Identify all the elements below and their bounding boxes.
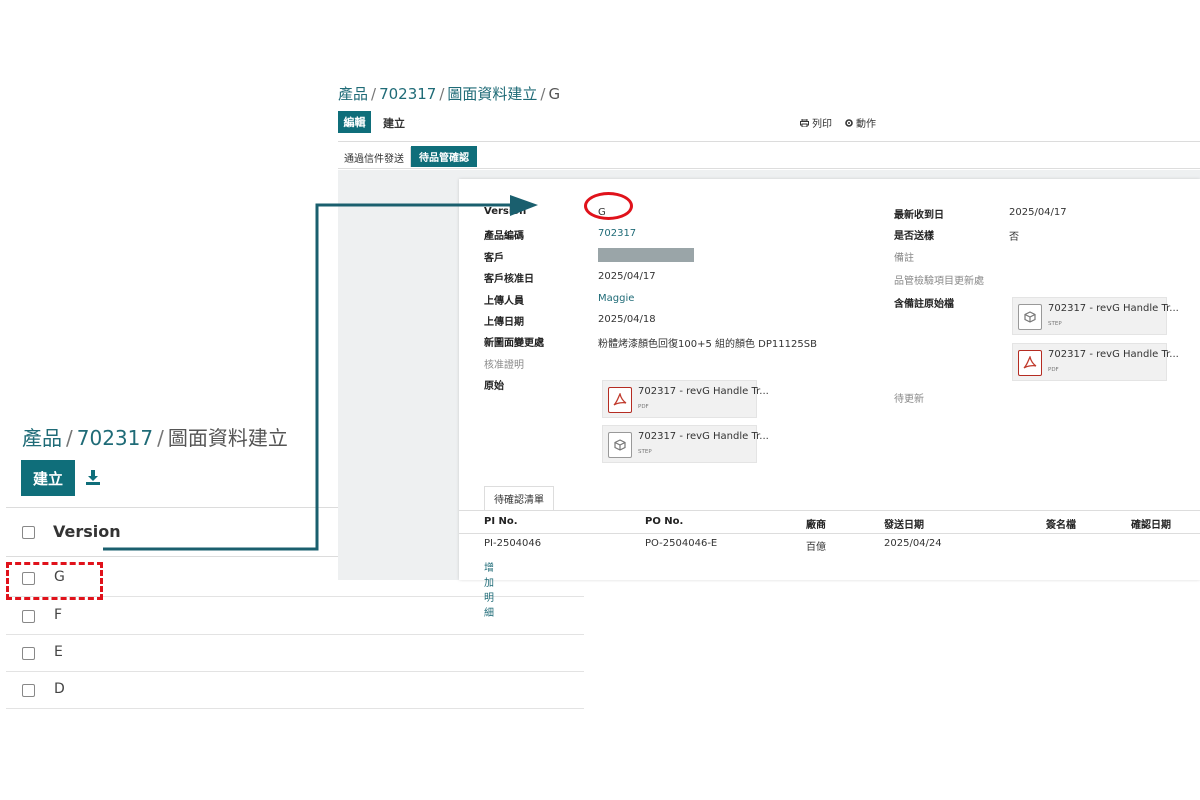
attachment-name: 702317 - revG Handle Tr... (638, 386, 769, 397)
highlight-dashed-box (6, 562, 103, 600)
cell-send-date[interactable]: 2025/04/24 (884, 538, 942, 549)
field-value-product-code[interactable]: 702317 (598, 228, 636, 239)
pdf-icon (1018, 350, 1042, 376)
attachment-name: 702317 - revG Handle Tr... (1048, 303, 1179, 314)
field-value-customer-approval-date: 2025/04/17 (598, 271, 656, 282)
create-button[interactable]: 建立 (383, 115, 405, 131)
field-label-remarks: 備註 (894, 253, 914, 264)
field-label-version: Version (484, 206, 527, 217)
field-value-sample-sent: 否 (1009, 232, 1019, 243)
row-checkbox[interactable] (22, 647, 35, 660)
breadcrumb-drawing-data[interactable]: 圖面資料建立 (447, 85, 537, 103)
version-column-header[interactable]: Version (53, 522, 121, 541)
field-label-customer-approval-date: 客戶核准日 (484, 274, 534, 285)
attachment-card[interactable]: 702317 - revG Handle Tr... STEP (1012, 297, 1179, 335)
attachment-type: STEP (638, 449, 652, 455)
print-icon (800, 118, 809, 127)
attachment-card[interactable]: 702317 - revG Handle Tr... PDF (1012, 343, 1179, 381)
breadcrumb-separator: / (371, 85, 377, 103)
select-all-checkbox[interactable] (22, 526, 35, 539)
breadcrumb: 產品/702317/圖面資料建立 / G (338, 83, 560, 104)
field-label-sample-sent: 是否送樣 (894, 231, 934, 242)
attachment-type: PDF (1048, 367, 1059, 373)
field-label-product-code: 產品編碼 (484, 231, 524, 242)
pdf-icon (608, 387, 632, 413)
field-label-customer: 客戶 (484, 253, 504, 264)
gear-icon (845, 118, 853, 127)
row-checkbox[interactable] (22, 684, 35, 697)
column-header-confirm-date[interactable]: 確認日期 (1131, 516, 1171, 531)
send-email-button[interactable]: 通過信件發送 (338, 147, 411, 167)
column-header-pi[interactable]: PI No. (484, 516, 518, 527)
column-header-send-date[interactable]: 發送日期 (884, 516, 924, 531)
version-cell: F (54, 607, 63, 623)
tab-pending-list[interactable]: 待確認清單 (484, 486, 554, 511)
toolbar-divider (338, 141, 1200, 142)
field-value-latest-received: 2025/04/17 (1009, 207, 1067, 218)
attachment-name: 702317 - revG Handle Tr... (638, 431, 769, 442)
screenshot-composite: 產品/702317/圖面資料建立 建立 Version G F E D 產品 /… (0, 0, 1200, 800)
row-checkbox[interactable] (22, 610, 35, 623)
breadcrumb-product-code[interactable]: 702317 (77, 426, 153, 450)
field-label-approval-proof: 核准證明 (484, 360, 524, 371)
print-menu[interactable]: 列印 (800, 115, 832, 130)
field-label-upload-date: 上傳日期 (484, 317, 524, 328)
pending-qc-button[interactable]: 待品管確認 (411, 146, 477, 167)
field-label-latest-received: 最新收到日 (894, 210, 944, 221)
field-label-pending-update: 待更新 (894, 394, 924, 405)
cell-vendor[interactable]: 百億 (806, 538, 826, 553)
customer-redacted-value (598, 248, 694, 262)
field-label-annotated-original: 含備註原始檔 (894, 299, 954, 310)
attachment-type: STEP (1048, 321, 1062, 327)
download-icon[interactable] (84, 468, 102, 486)
column-header-po[interactable]: PO No. (645, 516, 683, 527)
field-value-drawing-change: 粉體烤漆顏色回復100+5 組的顏色 DP11125SB (598, 339, 817, 350)
breadcrumb-separator: / (157, 426, 164, 450)
field-label-uploader: 上傳人員 (484, 296, 524, 307)
attachment-type: PDF (638, 404, 649, 410)
table-header-divider (459, 533, 1200, 534)
table-row[interactable]: E (6, 635, 584, 672)
field-label-drawing-change: 新圖面變更處 (484, 338, 544, 349)
add-line-link[interactable]: 增加明細 (484, 559, 494, 619)
column-header-vendor[interactable]: 廠商 (806, 516, 826, 531)
breadcrumb-separator: / (439, 85, 445, 103)
breadcrumb: 產品/702317/圖面資料建立 (22, 422, 288, 451)
status-bar: 通過信件發送 待品管確認 (338, 143, 1200, 169)
attachment-name: 702317 - revG Handle Tr... (1048, 349, 1179, 360)
breadcrumb-current: 圖面資料建立 (167, 426, 288, 450)
table-row[interactable]: D (6, 672, 584, 709)
attachment-card[interactable]: 702317 - revG Handle Tr... STEP (602, 425, 769, 463)
breadcrumb-product-code[interactable]: 702317 (379, 85, 436, 103)
cube-icon (1018, 304, 1042, 330)
tab-underline (459, 510, 1200, 511)
version-cell: D (54, 681, 65, 697)
action-label: 動作 (856, 119, 876, 130)
cube-icon (608, 432, 632, 458)
attachment-card[interactable]: 702317 - revG Handle Tr... PDF (602, 380, 769, 418)
action-menu[interactable]: 動作 (845, 115, 876, 130)
edit-button[interactable]: 編輯 (338, 111, 371, 133)
table-row[interactable]: F (6, 598, 584, 635)
version-cell: E (54, 644, 63, 660)
breadcrumb-products[interactable]: 產品 (22, 426, 62, 450)
print-label: 列印 (812, 119, 832, 130)
breadcrumb-products[interactable]: 產品 (338, 85, 368, 103)
highlight-circle (584, 192, 633, 220)
field-label-qc-update: 品管檢驗項目更新處 (894, 276, 984, 287)
cell-po-no[interactable]: PO-2504046-E (645, 538, 717, 549)
create-button[interactable]: 建立 (21, 460, 75, 496)
breadcrumb-current: G (548, 85, 561, 103)
field-value-uploader[interactable]: Maggie (598, 293, 634, 304)
column-header-signature[interactable]: 簽名檔 (1046, 516, 1076, 531)
breadcrumb-separator: / (540, 85, 546, 103)
breadcrumb-separator: / (66, 426, 73, 450)
field-value-upload-date: 2025/04/18 (598, 314, 656, 325)
cell-pi-no[interactable]: PI-2504046 (484, 538, 541, 549)
field-label-original: 原始 (484, 381, 504, 392)
